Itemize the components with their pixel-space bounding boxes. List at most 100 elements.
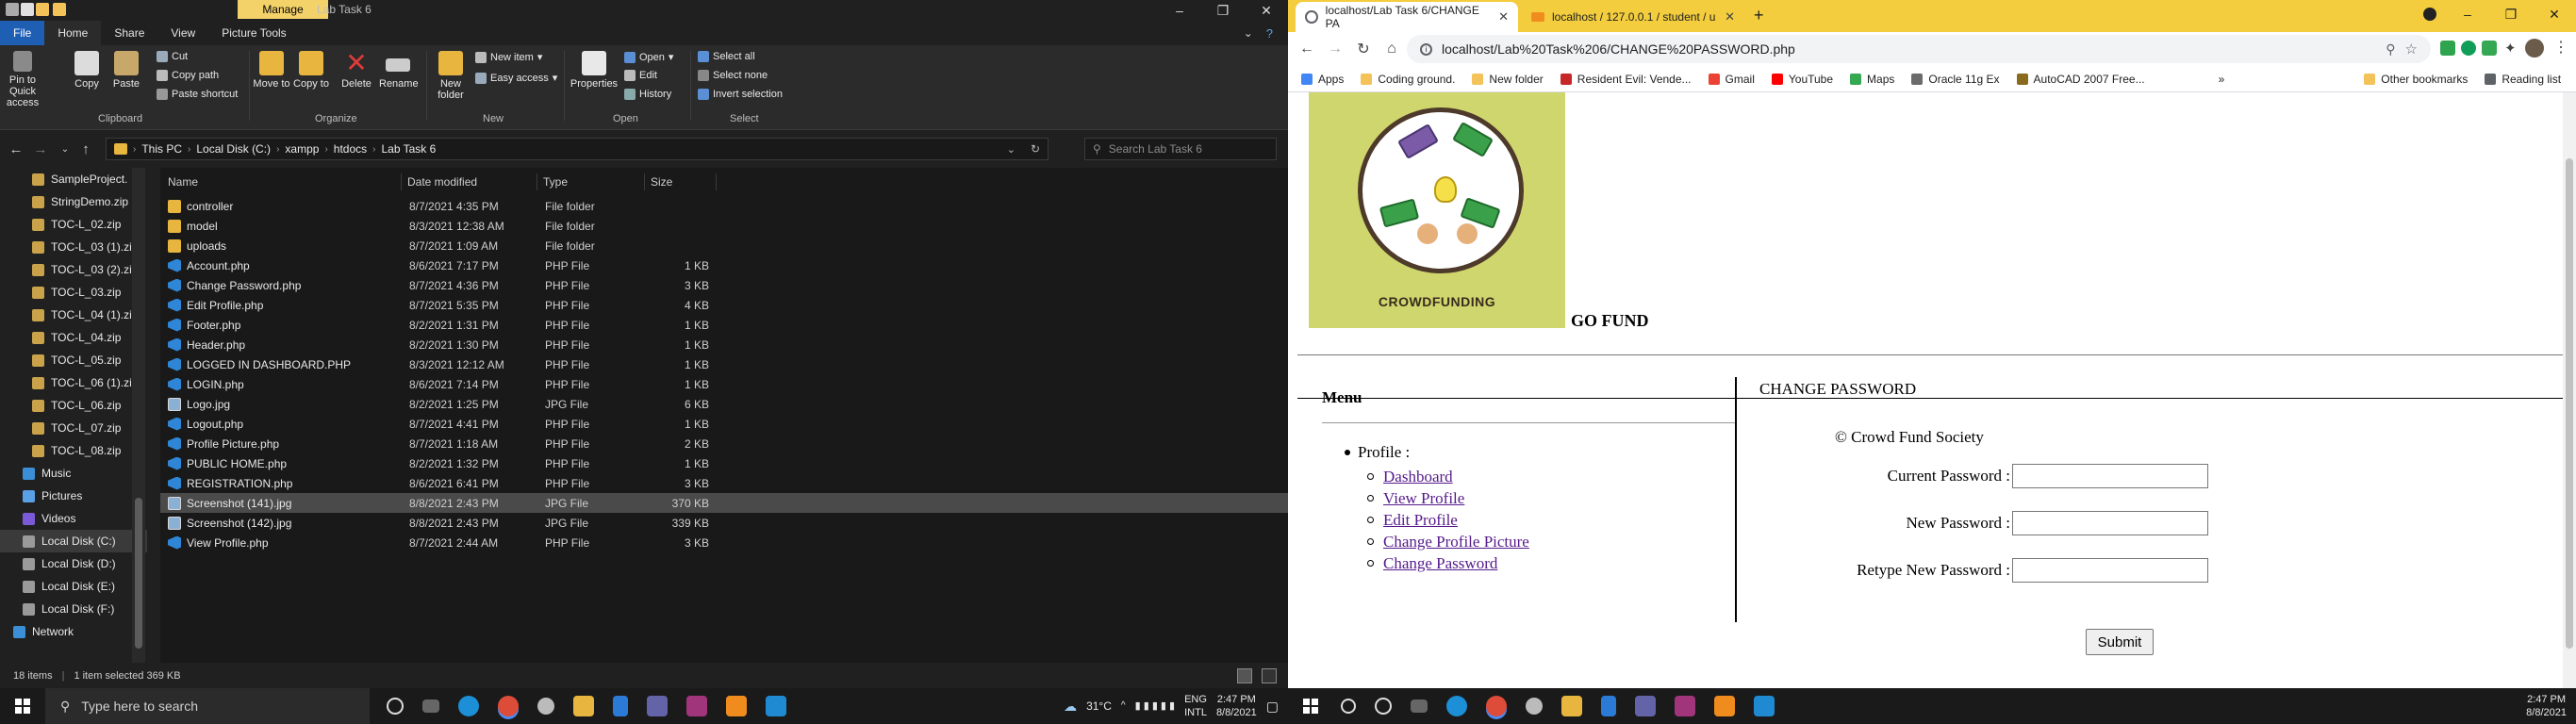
column-type[interactable]: Type: [537, 173, 645, 190]
bookmark-item[interactable]: Oracle 11g Ex: [1911, 73, 2000, 86]
close-tab-icon[interactable]: ✕: [1725, 9, 1735, 25]
notes-icon[interactable]: [1601, 696, 1616, 716]
dashboard-link[interactable]: Dashboard: [1383, 468, 1453, 486]
edit-button[interactable]: Edit: [624, 70, 657, 81]
delete-button[interactable]: ✕ Delete: [338, 50, 375, 90]
bookmark-item[interactable]: Reading list: [2485, 73, 2561, 86]
maximize-icon[interactable]: ❐: [2489, 0, 2533, 28]
column-name[interactable]: Name: [160, 173, 402, 190]
back-arrow-icon[interactable]: ←: [1294, 36, 1320, 62]
recent-chevron-icon[interactable]: ⌄: [55, 139, 75, 159]
language-indicator[interactable]: ENG INTL: [1184, 693, 1207, 719]
nav-scrollbar[interactable]: [132, 168, 145, 663]
scrollbar-thumb[interactable]: [135, 498, 142, 649]
bookmark-star-icon[interactable]: ☆: [2405, 41, 2418, 58]
info-icon[interactable]: i: [1420, 42, 1432, 56]
cut-button[interactable]: Cut: [157, 51, 188, 62]
column-size[interactable]: Size: [645, 173, 717, 190]
bookmark-item[interactable]: YouTube: [1771, 73, 1833, 86]
back-arrow-icon[interactable]: ←: [6, 139, 26, 159]
start-button[interactable]: [0, 699, 45, 714]
file-row[interactable]: Screenshot (141).jpg 8/8/2021 2:43 PM JPG …: [160, 493, 1288, 513]
nav-item[interactable]: TOC-L_04.zip: [0, 326, 147, 349]
file-row[interactable]: Screenshot (142).jpg 8/8/2021 2:43 PM JPG …: [160, 513, 1288, 533]
new-item-button[interactable]: New item ▾: [475, 51, 542, 63]
chrome-icon[interactable]: [498, 696, 519, 716]
up-arrow-icon[interactable]: ↑: [75, 139, 96, 159]
easy-access-button[interactable]: Easy access ▾: [475, 72, 557, 84]
file-row[interactable]: controller 8/7/2021 4:35 PM File folder: [160, 196, 1288, 216]
large-icons-view-icon[interactable]: [1262, 667, 1277, 683]
home-icon[interactable]: ⌂: [1379, 36, 1405, 62]
maximize-icon[interactable]: ❐: [1201, 0, 1245, 21]
change-profile-picture-link[interactable]: Change Profile Picture: [1383, 533, 1529, 551]
forward-arrow-icon[interactable]: →: [30, 139, 51, 159]
nav-item[interactable]: Music: [0, 462, 147, 485]
tab-change-password[interactable]: localhost/Lab Task 6/CHANGE PA ✕: [1296, 2, 1518, 32]
file-row[interactable]: PUBLIC HOME.php 8/2/2021 1:32 PM PHP File 1…: [160, 453, 1288, 473]
file-row[interactable]: LOGIN.php 8/6/2021 7:14 PM PHP File 1 KB: [160, 374, 1288, 394]
close-icon[interactable]: ✕: [2533, 0, 2576, 28]
xampp-icon[interactable]: [726, 696, 747, 716]
minimize-icon[interactable]: –: [2446, 0, 2489, 28]
nav-item[interactable]: Network: [0, 620, 147, 643]
file-row[interactable]: Header.php 8/2/2021 1:30 PM PHP File 1 KB: [160, 335, 1288, 354]
tab-picture-tools[interactable]: Picture Tools: [208, 21, 299, 45]
new-tab-icon[interactable]: +: [1754, 6, 1764, 25]
file-row[interactable]: Footer.php 8/2/2021 1:31 PM PHP File 1 KB: [160, 315, 1288, 335]
invert-selection-button[interactable]: Invert selection: [698, 89, 783, 100]
nav-item[interactable]: TOC-L_04 (1).zi: [0, 304, 147, 326]
breadcrumb-lab-task-6[interactable]: Lab Task 6: [381, 142, 436, 156]
file-explorer-icon[interactable]: [1561, 696, 1582, 716]
task-view-icon[interactable]: [422, 699, 439, 713]
xampp-icon[interactable]: [1714, 696, 1735, 716]
nav-item[interactable]: TOC-L_02.zip: [0, 213, 147, 236]
tab-share[interactable]: Share: [101, 21, 157, 45]
file-row[interactable]: REGISTRATION.php 8/6/2021 6:41 PM PHP File…: [160, 473, 1288, 493]
nav-item[interactable]: StringDemo.zip: [0, 190, 147, 213]
properties-button[interactable]: Properties: [570, 51, 619, 90]
file-row[interactable]: LOGGED IN DASHBOARD.PHP 8/3/2021 12:12 AM…: [160, 354, 1288, 374]
address-bar[interactable]: i localhost/Lab%20Task%206/CHANGE%20PASS…: [1407, 35, 2431, 63]
file-row[interactable]: Account.php 8/6/2021 7:17 PM PHP File 1 KB: [160, 255, 1288, 275]
settings-icon[interactable]: [537, 698, 554, 715]
extension-icon[interactable]: [2440, 41, 2455, 56]
open-button[interactable]: Open ▾: [624, 51, 673, 63]
edge-icon[interactable]: [1446, 696, 1467, 716]
properties-quick-icon[interactable]: [21, 3, 34, 16]
copy-path-button[interactable]: Copy path: [157, 70, 219, 81]
bookmark-item[interactable]: Apps: [1301, 73, 1344, 86]
chrome-icon[interactable]: [1486, 696, 1507, 716]
weather-temp[interactable]: 31°C: [1086, 699, 1112, 713]
help-icon[interactable]: ?: [1266, 26, 1273, 41]
zoom-icon[interactable]: ⚲: [2386, 41, 2395, 58]
nav-item[interactable]: TOC-L_03 (1).zi: [0, 236, 147, 258]
change-password-link[interactable]: Change Password: [1383, 554, 1497, 573]
bookmark-item[interactable]: Coding ground.: [1361, 73, 1455, 86]
profile-avatar[interactable]: [2525, 39, 2544, 58]
bookmark-item[interactable]: Gmail: [1708, 73, 1755, 86]
nav-item[interactable]: TOC-L_08.zip: [0, 439, 147, 462]
file-row[interactable]: Logo.jpg 8/2/2021 1:25 PM JPG File 6 KB: [160, 394, 1288, 414]
nav-item[interactable]: Local Disk (F:): [0, 598, 147, 620]
nav-item[interactable]: Local Disk (D:): [0, 552, 147, 575]
bookmark-item[interactable]: Resident Evil: Vende...: [1560, 73, 1692, 86]
select-all-button[interactable]: Select all: [698, 51, 755, 62]
nav-item[interactable]: Local Disk (C:): [0, 530, 147, 552]
nav-item[interactable]: Videos: [0, 507, 147, 530]
nav-item[interactable]: TOC-L_03.zip: [0, 281, 147, 304]
view-profile-link[interactable]: View Profile: [1383, 489, 1464, 508]
bookmark-item[interactable]: AutoCAD 2007 Free...: [2016, 73, 2145, 86]
current-password-input[interactable]: [2012, 464, 2208, 488]
bookmark-item[interactable]: New folder: [1472, 73, 1544, 86]
history-button[interactable]: History: [624, 89, 671, 100]
breadcrumb-this-pc[interactable]: This PC: [141, 142, 182, 156]
nav-item[interactable]: TOC-L_03 (2).zi: [0, 258, 147, 281]
close-icon[interactable]: ✕: [1245, 0, 1288, 21]
details-view-icon[interactable]: [1237, 667, 1252, 683]
address-box[interactable]: › This PC › Local Disk (C:) › xampp › ht…: [106, 138, 1049, 160]
scrollbar-thumb[interactable]: [2566, 158, 2573, 649]
tab-search-icon[interactable]: [2423, 8, 2436, 21]
breadcrumb-xampp[interactable]: xampp: [285, 142, 319, 156]
close-tab-icon[interactable]: ✕: [1498, 9, 1509, 25]
